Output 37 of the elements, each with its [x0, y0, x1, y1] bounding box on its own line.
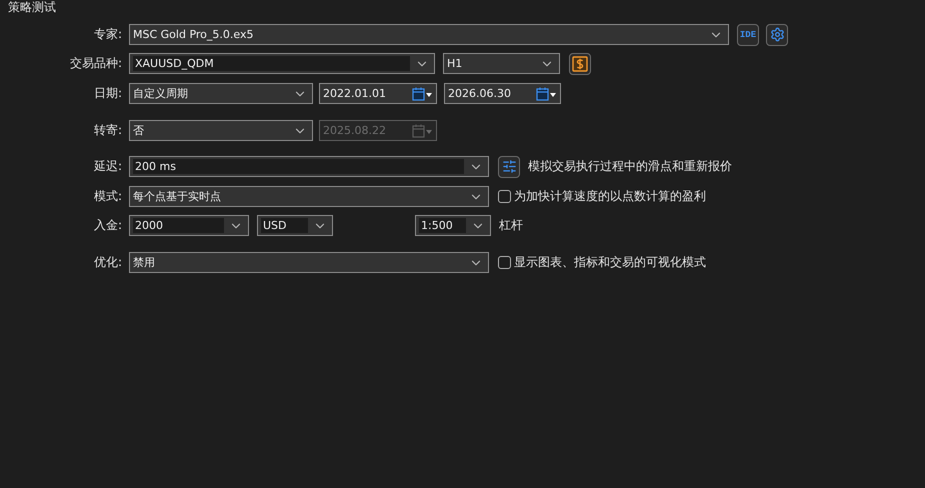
combo-field[interactable]: USD: [257, 215, 333, 236]
dollar-icon: [572, 56, 588, 72]
field-label: 交易品种:: [68, 55, 123, 72]
field-label: 入金:: [92, 217, 123, 234]
combo-field[interactable]: XAUUSD_QDM: [129, 53, 435, 74]
dropdown-field[interactable]: 每个点基于实时点: [129, 186, 489, 207]
combo-field[interactable]: 1:500: [415, 215, 491, 236]
gear-icon: [770, 27, 784, 42]
date-field[interactable]: 2026.06.30: [444, 83, 561, 104]
sliders-icon: [502, 159, 516, 174]
ide-button[interactable]: IDE: [737, 24, 759, 46]
combo-field[interactable]: 200 ms: [129, 156, 489, 177]
field-label: 专家:: [92, 26, 123, 43]
dropdown-field[interactable]: MSC Gold Pro_5.0.ex5: [129, 24, 729, 45]
field-label: 转寄:: [92, 122, 123, 139]
dropdown-field[interactable]: H1: [443, 53, 560, 74]
field-label: 模式:: [92, 188, 123, 205]
checkbox-label: 为加快计算速度的以点数计算的盈利: [514, 188, 706, 205]
field-label: 优化:: [92, 254, 123, 271]
checkbox[interactable]: [498, 190, 511, 203]
panel-title: 策略测试: [7, 0, 57, 14]
field-label: 日期:: [92, 85, 123, 102]
calendar-dropdown-icon[interactable]: [536, 86, 558, 100]
field-caption: 模拟交易执行过程中的滑点和重新报价: [528, 158, 732, 175]
calendar-dropdown-icon[interactable]: [412, 86, 434, 100]
dropdown-field[interactable]: 自定义周期: [129, 83, 313, 104]
dollar-button[interactable]: [569, 52, 591, 74]
combo-field[interactable]: 2000: [129, 215, 249, 236]
settings-button[interactable]: [766, 24, 788, 46]
checkbox-label: 显示图表、指标和交易的可视化模式: [514, 254, 706, 271]
dropdown-field[interactable]: 禁用: [129, 252, 489, 273]
field-label: 延迟:: [92, 158, 123, 175]
field-caption: 杠杆: [499, 217, 523, 234]
date-field[interactable]: 2022.01.01: [319, 83, 437, 104]
sliders-button[interactable]: [498, 156, 520, 178]
dropdown-field[interactable]: 否: [129, 120, 313, 141]
checkbox[interactable]: [498, 256, 511, 269]
